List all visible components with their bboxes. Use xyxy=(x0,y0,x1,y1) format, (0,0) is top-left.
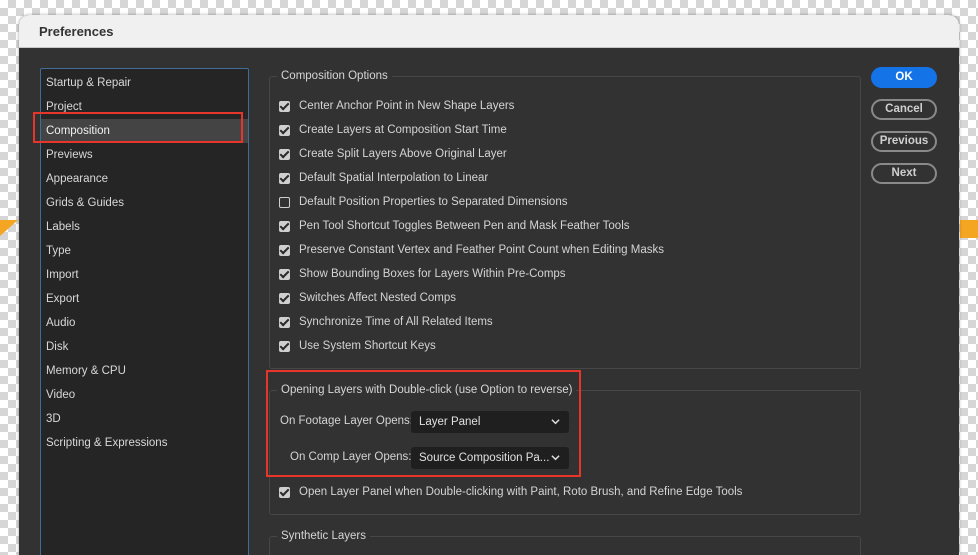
footage-layer-opens-label: On Footage Layer Opens: xyxy=(280,415,413,427)
ok-button[interactable]: OK xyxy=(871,67,937,88)
window-title: Preferences xyxy=(39,24,114,39)
sidebar-item-label: Scripting & Expressions xyxy=(46,437,168,449)
next-button[interactable]: Next xyxy=(871,163,937,184)
sidebar-item-label: Video xyxy=(46,389,76,401)
sidebar-item-import[interactable]: Import xyxy=(41,263,248,287)
option-label: Synchronize Time of All Related Items xyxy=(299,316,493,328)
option-label: Default Spatial Interpolation to Linear xyxy=(299,172,489,184)
sidebar-item-label: 3D xyxy=(46,413,61,425)
checkbox[interactable] xyxy=(279,269,290,280)
sidebar-item-grids-guides[interactable]: Grids & Guides xyxy=(41,191,248,215)
checkbox[interactable] xyxy=(279,101,290,112)
background-shape-right xyxy=(960,220,978,238)
option-label: Pen Tool Shortcut Toggles Between Pen an… xyxy=(299,220,630,232)
sidebar-item-label: Audio xyxy=(46,317,76,329)
option-label: Switches Affect Nested Comps xyxy=(299,292,457,304)
checkbox[interactable] xyxy=(279,487,290,498)
chevron-down-icon xyxy=(551,419,560,425)
option-label: Create Layers at Composition Start Time xyxy=(299,124,507,136)
composition-options-legend: Composition Options xyxy=(277,70,392,82)
sidebar-item-label: Appearance xyxy=(46,173,109,185)
sidebar-item-label: Grids & Guides xyxy=(46,197,124,209)
sidebar-item-label: Import xyxy=(46,269,79,281)
checkbox[interactable] xyxy=(279,221,290,232)
previous-button[interactable]: Previous xyxy=(871,131,937,152)
option-label: Show Bounding Boxes for Layers Within Pr… xyxy=(299,268,566,280)
comp-layer-opens-select[interactable]: Source Composition Pa... xyxy=(411,447,569,469)
option-label: Use System Shortcut Keys xyxy=(299,340,436,352)
option-label: Preserve Constant Vertex and Feather Poi… xyxy=(299,244,665,256)
opening-layers-legend: Opening Layers with Double-click (use Op… xyxy=(277,384,577,396)
sidebar-item-video[interactable]: Video xyxy=(41,383,248,407)
footage-layer-opens-value: Layer Panel xyxy=(419,416,481,428)
checkbox[interactable] xyxy=(279,341,290,352)
background-shape-left xyxy=(0,220,18,236)
option-label: Create Split Layers Above Original Layer xyxy=(299,148,507,160)
footage-layer-opens-select[interactable]: Layer Panel xyxy=(411,411,569,433)
checkbox[interactable] xyxy=(279,293,290,304)
sidebar-item-label: Export xyxy=(46,293,80,305)
sidebar-item-label: Previews xyxy=(46,149,93,161)
highlight-box-composition xyxy=(33,112,243,143)
sidebar-item-disk[interactable]: Disk xyxy=(41,335,248,359)
checkbox[interactable] xyxy=(279,173,290,184)
option-label: Center Anchor Point in New Shape Layers xyxy=(299,100,515,112)
sidebar-item-appearance[interactable]: Appearance xyxy=(41,167,248,191)
sidebar-item-memory-cpu[interactable]: Memory & CPU xyxy=(41,359,248,383)
checkbox[interactable] xyxy=(279,245,290,256)
sidebar-item-startup-repair[interactable]: Startup & Repair xyxy=(41,71,248,95)
sidebar-item-label: Disk xyxy=(46,341,69,353)
sidebar-item-label: Startup & Repair xyxy=(46,77,132,89)
preferences-dialog: Preferences Startup & Repair Project Com… xyxy=(19,15,959,555)
sidebar-item-label: Type xyxy=(46,245,71,257)
cancel-button[interactable]: Cancel xyxy=(871,99,937,120)
sidebar-item-export[interactable]: Export xyxy=(41,287,248,311)
checkbox[interactable] xyxy=(279,125,290,136)
chevron-down-icon xyxy=(551,455,560,461)
sidebar-item-label: Memory & CPU xyxy=(46,365,126,377)
checkbox[interactable] xyxy=(279,197,290,208)
sidebar-item-3d[interactable]: 3D xyxy=(41,407,248,431)
sidebar-item-label: Labels xyxy=(46,221,80,233)
checkbox[interactable] xyxy=(279,317,290,328)
option-label: Open Layer Panel when Double-clicking wi… xyxy=(299,486,743,498)
comp-layer-opens-label: On Comp Layer Opens: xyxy=(290,451,412,463)
synthetic-layers-legend: Synthetic Layers xyxy=(277,530,371,542)
sidebar-item-type[interactable]: Type xyxy=(41,239,248,263)
sidebar-item-scripting-expressions[interactable]: Scripting & Expressions xyxy=(41,431,248,455)
sidebar-item-labels[interactable]: Labels xyxy=(41,215,248,239)
option-label: Default Position Properties to Separated… xyxy=(299,196,568,208)
title-bar: Preferences xyxy=(19,15,959,48)
checkbox[interactable] xyxy=(279,149,290,160)
comp-layer-opens-value: Source Composition Pa... xyxy=(419,452,550,464)
sidebar-item-previews[interactable]: Previews xyxy=(41,143,248,167)
sidebar-item-audio[interactable]: Audio xyxy=(41,311,248,335)
